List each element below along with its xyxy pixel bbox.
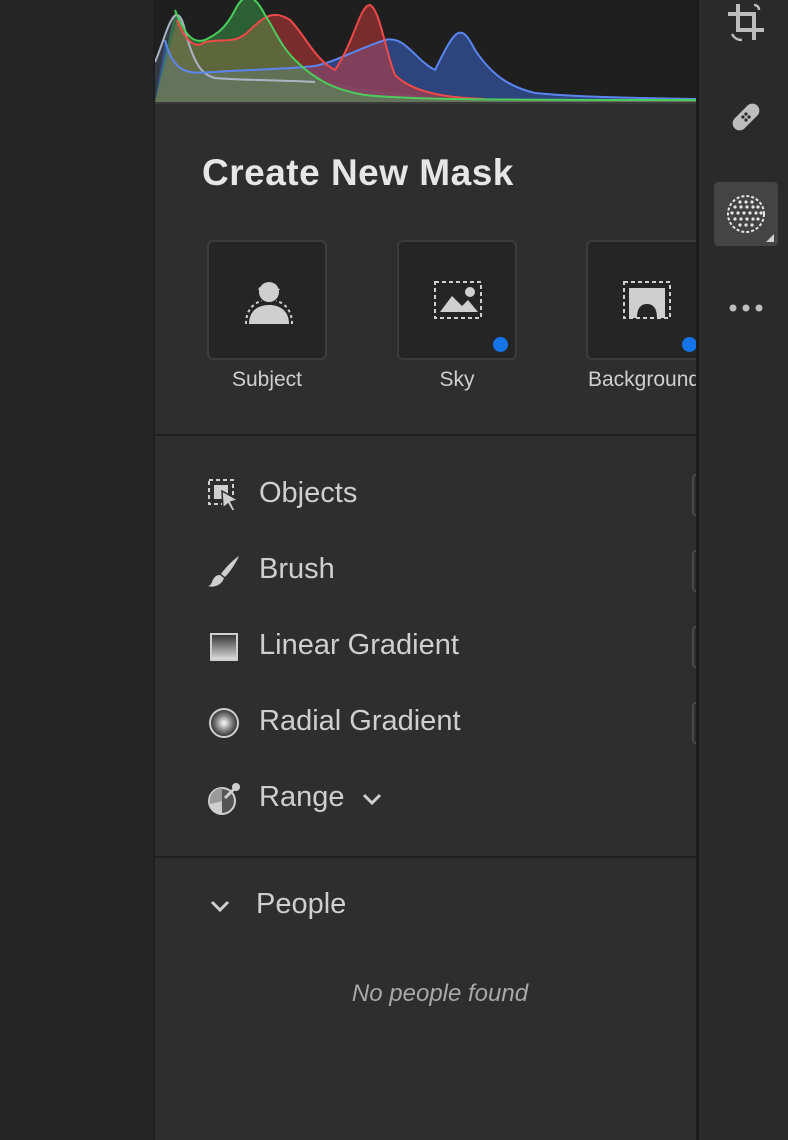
masking-icon xyxy=(727,195,765,233)
background-label: Background xyxy=(588,368,696,391)
healing-icon xyxy=(732,103,760,131)
histogram xyxy=(155,0,696,104)
objects-label: Objects xyxy=(259,477,358,509)
linear-gradient-tool[interactable]: Linear Gradient xyxy=(155,617,696,677)
sky-icon xyxy=(434,281,482,319)
submenu-indicator xyxy=(766,234,774,242)
background-mask-button[interactable] xyxy=(586,240,696,360)
brush-label: Brush xyxy=(259,553,335,585)
radial-gradient-tool[interactable]: Radial Gradient xyxy=(155,693,696,753)
people-label: People xyxy=(256,888,347,920)
subject-label: Subject xyxy=(231,368,303,391)
masking-tool-button[interactable] xyxy=(714,182,778,246)
sky-label: Sky xyxy=(439,368,475,391)
objects-icon xyxy=(208,479,240,512)
radial-gradient-label: Radial Gradient xyxy=(259,705,461,737)
no-people-message: No people found xyxy=(351,980,529,1007)
range-tool[interactable]: Range xyxy=(155,769,696,829)
crop-tool-button[interactable] xyxy=(714,0,778,54)
new-badge xyxy=(493,337,508,352)
chevron-down-icon[interactable] xyxy=(208,894,232,918)
panel-title: Create New Mask xyxy=(202,152,514,193)
linear-gradient-label: Linear Gradient xyxy=(259,629,459,661)
sky-mask-button[interactable] xyxy=(397,240,517,360)
objects-tool[interactable]: Objects xyxy=(155,465,696,525)
range-label: Range xyxy=(259,781,345,813)
more-icon xyxy=(729,304,763,312)
brush-tool[interactable]: Brush xyxy=(155,541,696,601)
brush-icon xyxy=(208,556,239,587)
range-icon xyxy=(208,783,240,815)
background-icon xyxy=(623,281,671,319)
more-tools-button[interactable] xyxy=(714,264,778,328)
healing-tool-button[interactable] xyxy=(714,85,778,149)
subject-icon xyxy=(245,282,293,325)
crop-icon xyxy=(728,3,764,42)
left-gutter xyxy=(0,0,153,1140)
new-badge xyxy=(682,337,696,352)
divider xyxy=(155,856,696,858)
chevron-down-icon[interactable] xyxy=(360,787,384,811)
linear-gradient-icon xyxy=(210,633,238,661)
divider xyxy=(155,434,696,436)
subject-mask-button[interactable] xyxy=(207,240,327,360)
people-section-header[interactable]: People xyxy=(155,882,696,932)
masking-panel: Create New Mask Subject Sky Background O… xyxy=(153,0,696,1140)
radial-gradient-icon xyxy=(209,708,239,738)
tool-strip xyxy=(696,0,788,1140)
